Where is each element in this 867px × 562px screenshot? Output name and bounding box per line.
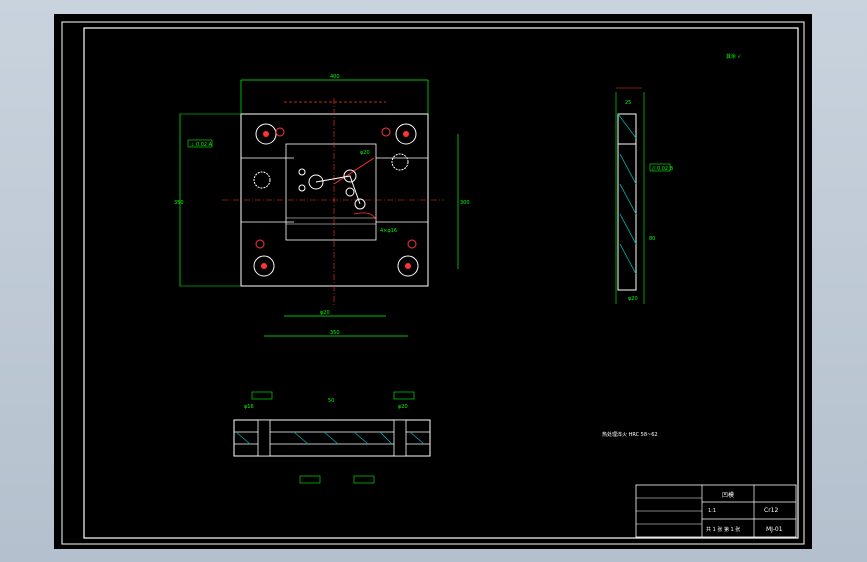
title-material: Cr12 xyxy=(764,507,778,514)
svg-text:50: 50 xyxy=(328,398,334,404)
svg-text:80: 80 xyxy=(649,236,655,242)
svg-text:4×φ16: 4×φ16 xyxy=(380,228,397,234)
screw-hole-4 xyxy=(407,239,417,249)
svg-text:25: 25 xyxy=(625,100,631,106)
title-sheet: 共 1 张 第 1 张 xyxy=(706,526,740,533)
cad-viewport[interactable]: 其余 √ 400 350 300 350 φ20 ⊥ 0.02 A 4×φ16 … xyxy=(54,14,812,549)
screw-hole-1 xyxy=(275,127,285,137)
svg-text:⊥ 0.02 A: ⊥ 0.02 A xyxy=(190,142,213,148)
inner-frame xyxy=(83,27,799,539)
technical-note: 热处理淬火 HRC 58~62 xyxy=(602,431,658,438)
title-scale: 1:1 xyxy=(708,508,716,514)
title-block: 凹模 Cr12 MJ-01 1:1 共 1 张 第 1 张 xyxy=(635,484,797,538)
dim-bottom-width: 350 xyxy=(330,330,340,336)
roughness-symbol: 其余 √ xyxy=(726,53,742,60)
plan-view: 400 350 300 350 φ20 ⊥ 0.02 A 4×φ16 φ20 xyxy=(174,74,470,337)
title-drawing-no: MJ-01 xyxy=(766,526,783,533)
dim-inner-width: φ20 xyxy=(320,310,330,316)
outer-frame xyxy=(61,21,805,545)
svg-text:φ16: φ16 xyxy=(244,404,254,410)
svg-text:φ20: φ20 xyxy=(628,296,638,302)
dim-top-width: 400 xyxy=(330,74,340,80)
side-section-upper xyxy=(617,113,637,145)
svg-text:φ20: φ20 xyxy=(360,150,370,156)
side-view: 25 80 φ20 // 0.02 B xyxy=(615,87,674,304)
section-view: φ16 φ20 50 xyxy=(233,391,431,484)
svg-text:// 0.02 B: // 0.02 B xyxy=(652,166,674,172)
cad-drawing: 其余 √ 400 350 300 350 φ20 ⊥ 0.02 A 4×φ16 … xyxy=(61,21,805,545)
dim-left-height: 350 xyxy=(174,200,184,206)
dim-right-height: 300 xyxy=(460,200,470,206)
title-part-name: 凹模 xyxy=(722,491,734,499)
screw-hole-2 xyxy=(381,127,391,137)
svg-text:φ20: φ20 xyxy=(398,404,408,410)
screw-hole-3 xyxy=(255,239,265,249)
